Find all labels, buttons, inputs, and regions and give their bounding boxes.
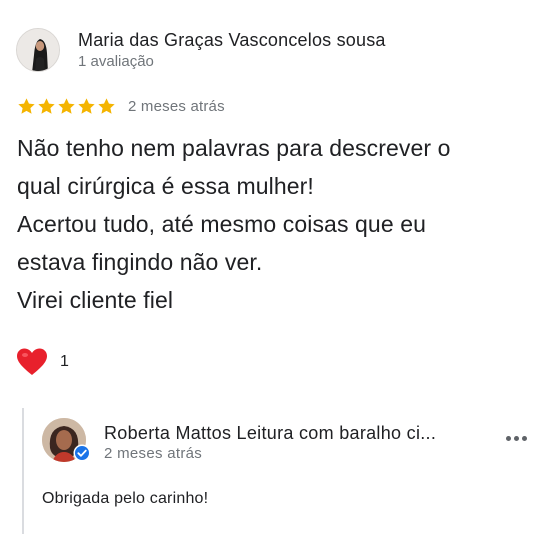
more-options-icon[interactable] (502, 430, 530, 446)
reaction-row[interactable]: 1 (16, 346, 69, 378)
review-card: Maria das Graças Vasconcelos sousa 1 ava… (0, 0, 554, 549)
star-icon (78, 97, 95, 114)
reply-text: Obrigada pelo carinho! (42, 490, 209, 507)
review-text-line: qual cirúrgica é essa mulher! (17, 173, 314, 199)
rating-row: 2 meses atrás (17, 95, 225, 117)
reply-author-name[interactable]: Roberta Mattos Leitura com baralho ci... (104, 423, 436, 444)
owner-reply: Roberta Mattos Leitura com baralho ci...… (22, 408, 554, 534)
star-icon (98, 97, 115, 114)
star-rating (17, 97, 116, 116)
review-text-line: Não tenho nem palavras para descrever o (17, 135, 451, 161)
review-text-line: Virei cliente fiel (17, 287, 174, 313)
heart-icon[interactable] (16, 347, 48, 377)
star-icon (18, 97, 35, 114)
star-icon (38, 97, 55, 114)
reviewer-avatar[interactable] (16, 28, 60, 72)
reaction-count: 1 (60, 353, 69, 370)
reviewer-name[interactable]: Maria das Graças Vasconcelos sousa (78, 29, 386, 51)
review-text-line: Acertou tudo, até mesmo coisas que eu (17, 211, 426, 237)
review-date: 2 meses atrás (128, 97, 225, 115)
verified-badge-icon (73, 444, 91, 462)
review-text-line: estava fingindo não ver. (17, 249, 263, 275)
reviewer-header[interactable]: Maria das Graças Vasconcelos sousa 1 ava… (16, 27, 386, 73)
reply-date: 2 meses atrás (104, 445, 203, 462)
review-text: Não tenho nem palavras para descrever o q… (17, 129, 547, 319)
reviewer-review-count: 1 avaliação (78, 52, 154, 70)
star-icon (58, 97, 75, 114)
